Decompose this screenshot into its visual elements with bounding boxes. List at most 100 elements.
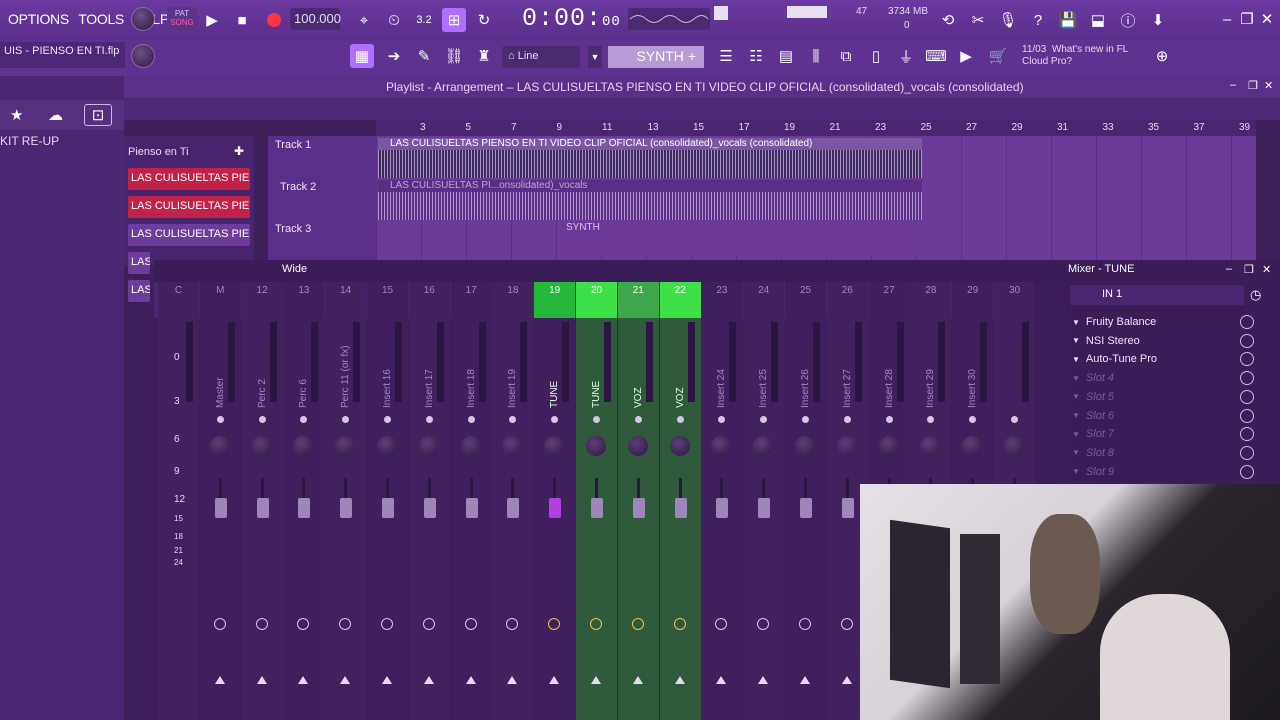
mixer-strip[interactable]: 17 Insert 18	[450, 282, 492, 720]
mixer-maximize-button[interactable]: ❐	[1244, 263, 1254, 276]
fx-enable-button[interactable]	[590, 618, 602, 630]
volume-fader[interactable]	[256, 498, 269, 518]
info-button[interactable]: ⓘ	[1116, 8, 1140, 32]
close-app-button[interactable]: ✕	[1258, 10, 1276, 28]
volume-fader[interactable]	[591, 498, 603, 518]
pan-knob[interactable]	[962, 436, 983, 456]
fx-enable-button[interactable]	[673, 618, 686, 630]
route-dot[interactable]	[760, 416, 768, 423]
send-arrow-icon[interactable]	[758, 676, 769, 684]
save-button[interactable]: 💾	[1056, 8, 1080, 32]
volume-fader[interactable]	[214, 498, 227, 518]
pan-knob[interactable]	[795, 436, 815, 456]
mixer-strip[interactable]: 15 Insert 16	[367, 282, 408, 720]
playlist-close-button[interactable]: ✕	[1264, 79, 1273, 92]
fx-enable-button[interactable]	[381, 618, 393, 630]
route-dot[interactable]	[718, 416, 726, 423]
online-button[interactable]: ⊕	[1154, 48, 1170, 65]
master-volume-knob[interactable]	[131, 7, 155, 31]
fx-enable-button[interactable]	[339, 618, 352, 630]
chevron-down-icon[interactable]: ▼	[1072, 411, 1080, 420]
input-select[interactable]: IN 1	[1070, 285, 1244, 305]
maximize-button[interactable]: ❐	[1238, 10, 1256, 28]
playlist-channel-item[interactable]: LAS C	[128, 252, 150, 274]
effect-slot[interactable]: ▼ Slot 4	[1072, 369, 1114, 387]
volume-fader[interactable]	[758, 498, 771, 518]
minimize-button[interactable]: –	[1218, 10, 1236, 28]
pan-knob[interactable]	[377, 436, 397, 456]
pan-knob[interactable]	[627, 436, 648, 456]
effect-mix-knob[interactable]	[1240, 464, 1254, 479]
mixer-button[interactable]: ⫼	[804, 44, 828, 68]
volume-fader[interactable]	[382, 498, 394, 518]
volume-fader[interactable]	[716, 498, 729, 518]
chevron-down-icon[interactable]: ▼	[1072, 430, 1080, 439]
stop-button[interactable]: ■	[230, 8, 254, 32]
effect-slot[interactable]: ▼ Fruity Balance	[1072, 313, 1156, 331]
pan-knob[interactable]	[460, 436, 481, 456]
send-arrow-icon[interactable]	[841, 676, 852, 684]
pan-knob[interactable]	[836, 436, 857, 456]
pitch-slider-handle[interactable]	[714, 6, 728, 20]
volume-fader[interactable]	[507, 498, 520, 518]
mixer-strip[interactable]: 23 Insert 24	[701, 282, 743, 720]
chevron-down-icon[interactable]: ▼	[1072, 355, 1080, 364]
arrow-tool-button[interactable]: ➔	[382, 44, 406, 68]
folder-icon[interactable]: ⊡	[84, 104, 112, 126]
effect-mix-knob[interactable]	[1240, 408, 1254, 423]
chevron-down-icon[interactable]: ▼	[1072, 374, 1080, 383]
fx-enable-button[interactable]	[464, 618, 477, 630]
chevron-down-icon[interactable]: ▼	[1072, 448, 1080, 457]
effect-slot[interactable]: ▼ Slot 5	[1072, 388, 1114, 406]
pattern-add-button[interactable]: ✚	[234, 144, 244, 158]
effect-mix-knob[interactable]	[1240, 371, 1254, 386]
record-button[interactable]	[262, 8, 286, 32]
metronome-button[interactable]: ⌖	[352, 8, 376, 32]
microphone-button[interactable]: 🎙	[996, 8, 1020, 32]
download-button[interactable]: ⬇	[1146, 8, 1170, 32]
mixer-strip[interactable]: 18 Insert 19	[492, 282, 534, 720]
mixer-strip[interactable]: 13 Perc 6	[283, 282, 325, 720]
effect-slot[interactable]: ▼ Slot 8	[1072, 444, 1114, 462]
mixer-strip[interactable]: 22 VOZ	[659, 282, 701, 720]
fx-enable-button[interactable]	[213, 618, 226, 630]
route-dot[interactable]	[1011, 416, 1018, 423]
route-dot[interactable]	[634, 416, 642, 423]
mixer-strip[interactable]: 24 Insert 25	[743, 282, 785, 720]
playlist-channel-item[interactable]: LAS CULISUELTAS PIEN...	[128, 224, 250, 246]
snap-dropdown[interactable]: ▼	[588, 46, 602, 68]
track-2-name[interactable]: Track 2	[280, 181, 316, 193]
play-button[interactable]: ▶	[200, 8, 224, 32]
stamp-button[interactable]: ♜	[472, 44, 496, 68]
effect-mix-knob[interactable]	[1240, 389, 1254, 404]
playlist-ruler[interactable]: 3 5 7 9 11 13 15 17 19 21 23 25 27 29 31 33 35 37 39	[376, 120, 1256, 136]
pan-knob[interactable]	[878, 436, 899, 456]
mixer-strip[interactable]: 21 VOZ	[617, 282, 659, 720]
send-arrow-icon[interactable]	[340, 676, 351, 684]
browser-item[interactable]: KIT RE-UP	[0, 134, 59, 148]
fx-enable-button[interactable]	[506, 618, 519, 630]
mixer-strip[interactable]: 12 Perc 2	[241, 282, 283, 720]
mixer-close-button[interactable]: ✕	[1262, 263, 1271, 276]
playlist-button[interactable]: ☰	[714, 44, 738, 68]
playlist-maximize-button[interactable]: ❐	[1248, 79, 1258, 92]
mixer-strip[interactable]: 14 Perc 11 (or fx)	[325, 282, 367, 720]
piano-roll-window-button[interactable]: ▤	[774, 44, 798, 68]
synth-pattern-clip[interactable]: SYNTH	[560, 222, 922, 256]
pan-knob[interactable]	[335, 436, 356, 456]
pan-knob[interactable]	[1004, 436, 1024, 456]
playlist-channel-item[interactable]: LAS CULISUELTAS PIEN...	[128, 168, 250, 190]
route-dot[interactable]	[384, 416, 391, 423]
route-dot[interactable]	[885, 416, 893, 423]
volume-fader[interactable]	[549, 498, 562, 518]
volume-fader[interactable]	[674, 498, 687, 518]
chevron-down-icon[interactable]: ▼	[1072, 336, 1080, 345]
route-dot[interactable]	[676, 416, 684, 423]
fx-enable-button[interactable]	[422, 618, 435, 630]
route-dot[interactable]	[300, 416, 308, 423]
send-arrow-icon[interactable]	[549, 676, 560, 684]
route-dot[interactable]	[551, 416, 559, 423]
link-button[interactable]: ⛓	[442, 44, 466, 68]
piano-roll-button[interactable]: ▦	[350, 44, 374, 68]
playlist-channel-item[interactable]: LAS CULISUELTAS PIEN...	[128, 196, 250, 218]
